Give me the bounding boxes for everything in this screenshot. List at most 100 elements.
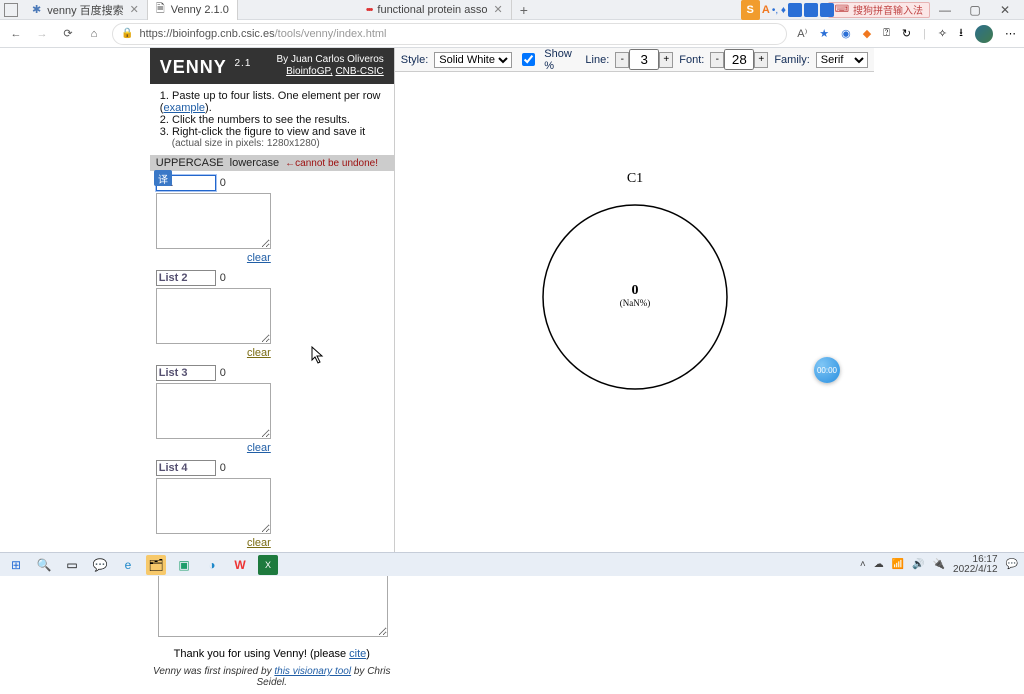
line-stepper[interactable]: - + bbox=[615, 49, 673, 70]
url-field[interactable]: 🔒 https://bioinfogp.cnb.csic.es/tools/ve… bbox=[112, 23, 787, 45]
showpct-checkbox[interactable] bbox=[522, 53, 535, 66]
ext-icon[interactable]: ◆ bbox=[863, 27, 871, 40]
search-icon[interactable]: 🔍 bbox=[34, 555, 54, 575]
list1-block: 0 clear bbox=[156, 175, 271, 264]
venn-controls: Style: Solid White Show % Line: - + Font… bbox=[395, 48, 874, 72]
venn-right-panel: Style: Solid White Show % Line: - + Font… bbox=[395, 48, 874, 552]
profile-avatar[interactable] bbox=[975, 25, 993, 43]
maximize-button[interactable]: ▢ bbox=[960, 3, 990, 17]
list2-name-input[interactable] bbox=[156, 270, 216, 286]
battery-icon[interactable]: 🔌 bbox=[933, 559, 945, 570]
home-button[interactable]: ⌂ bbox=[86, 26, 102, 42]
list2-count: 0 bbox=[220, 272, 226, 284]
clock[interactable]: 16:17 2022/4/12 bbox=[953, 555, 998, 575]
sogou-badge: S bbox=[741, 0, 760, 20]
chevron-up-icon[interactable]: ˄ bbox=[860, 559, 866, 570]
list1-clear[interactable]: clear bbox=[247, 252, 271, 264]
venn-canvas[interactable]: C1 0 (NaN%) bbox=[395, 72, 874, 552]
list1-count: 0 bbox=[220, 177, 226, 189]
ime-icon bbox=[820, 3, 834, 17]
inspired-line: Venny was first inspired by this visiona… bbox=[150, 666, 394, 694]
tab-venny-baidu[interactable]: ✱ venny 百度搜索 ✕ bbox=[24, 0, 148, 20]
collections-icon[interactable]: ✧ bbox=[938, 27, 947, 40]
volume-icon[interactable]: 🔊 bbox=[912, 559, 924, 570]
close-icon[interactable]: ✕ bbox=[130, 3, 139, 16]
sogou-ime-bar: S A •, ♦ bbox=[741, 0, 834, 20]
notifications-icon[interactable]: 💬 bbox=[1006, 559, 1018, 570]
close-icon[interactable]: ✕ bbox=[493, 3, 502, 16]
address-bar: ← → ⟳ ⌂ 🔒 https://bioinfogp.cnb.csic.es/… bbox=[0, 20, 1024, 48]
list3-count: 0 bbox=[220, 367, 226, 379]
tab-label: Venny 2.1.0 bbox=[171, 4, 229, 16]
ime-chip[interactable]: ⌨ 搜狗拼音输入法 bbox=[828, 2, 930, 18]
translate-widget[interactable]: 译 bbox=[154, 170, 172, 186]
taskview-icon[interactable]: ▭ bbox=[62, 555, 82, 575]
ext-icon[interactable]: ⍰ bbox=[883, 27, 890, 40]
list3-clear[interactable]: clear bbox=[247, 442, 271, 454]
tab-venny-210[interactable]: 🗎 Venny 2.1.0 bbox=[148, 0, 238, 20]
explorer-icon[interactable]: 🗂 bbox=[146, 555, 166, 575]
line-minus[interactable]: - bbox=[615, 52, 629, 68]
wifi-icon[interactable]: 📶 bbox=[892, 559, 904, 570]
venn-center-value[interactable]: 0 bbox=[631, 283, 638, 298]
page-icon: 🗎 bbox=[156, 0, 165, 19]
style-select[interactable]: Solid White bbox=[434, 52, 512, 68]
lock-icon: 🔒 bbox=[121, 28, 133, 39]
chat-icon[interactable]: 💬 bbox=[90, 555, 110, 575]
favorite-icon[interactable]: ★ bbox=[819, 27, 829, 40]
new-tab-button[interactable]: + bbox=[512, 2, 536, 18]
back-button[interactable]: ← bbox=[8, 26, 24, 42]
venn-svg[interactable]: C1 0 (NaN%) bbox=[485, 162, 785, 462]
font-stepper[interactable]: - + bbox=[710, 49, 768, 70]
list3-name-input[interactable] bbox=[156, 365, 216, 381]
start-button[interactable]: ⊞ bbox=[6, 555, 26, 575]
list4-clear[interactable]: clear bbox=[247, 537, 271, 549]
cloud-icon[interactable]: ☁ bbox=[874, 559, 884, 570]
edge-icon[interactable]: e bbox=[118, 555, 138, 575]
excel-icon[interactable]: X bbox=[258, 555, 278, 575]
recording-timer[interactable]: 00:00 bbox=[814, 357, 840, 383]
system-tray[interactable]: ˄ ☁ 📶 🔊 🔌 16:17 2022/4/12 💬 bbox=[860, 555, 1018, 575]
read-aloud-icon[interactable]: A⁾ bbox=[797, 27, 807, 40]
instructions: 1. Paste up to four lists. One element p… bbox=[150, 84, 394, 155]
venny-header: VENNY 2.1 By Juan Carlos Oliveros Bioinf… bbox=[150, 48, 394, 84]
list1-textarea[interactable] bbox=[156, 193, 271, 249]
font-minus[interactable]: - bbox=[710, 52, 724, 68]
forward-button[interactable]: → bbox=[34, 26, 50, 42]
line-value[interactable] bbox=[629, 49, 659, 70]
example-link[interactable]: example bbox=[163, 102, 205, 114]
font-plus[interactable]: + bbox=[754, 52, 768, 68]
list3-textarea[interactable] bbox=[156, 383, 271, 439]
ime-icon bbox=[804, 3, 818, 17]
venny-left-panel: VENNY 2.1 By Juan Carlos Oliveros Bioinf… bbox=[150, 48, 395, 552]
family-select[interactable]: Serif bbox=[816, 52, 868, 68]
window-icon bbox=[4, 3, 18, 17]
refresh-button[interactable]: ⟳ bbox=[60, 26, 76, 42]
minimize-button[interactable]: — bbox=[930, 3, 960, 17]
edge2-icon[interactable]: ◑ bbox=[202, 555, 222, 575]
uppercase-button[interactable]: UPPERCASE bbox=[156, 157, 224, 169]
store-icon[interactable]: ▣ bbox=[174, 555, 194, 575]
downloads-icon[interactable]: ⭳ bbox=[959, 24, 963, 43]
list3-block: 0 clear bbox=[156, 365, 271, 454]
wps-icon[interactable]: W bbox=[230, 555, 250, 575]
list2-block: 0 clear bbox=[156, 270, 271, 359]
lowercase-button[interactable]: lowercase bbox=[230, 157, 280, 169]
cite-link[interactable]: cite bbox=[349, 648, 366, 660]
close-window-button[interactable]: ✕ bbox=[990, 3, 1020, 17]
more-icon[interactable]: ⋯ bbox=[1005, 27, 1016, 40]
visionary-tool-link[interactable]: this visionary tool bbox=[274, 666, 351, 677]
list2-clear[interactable]: clear bbox=[247, 347, 271, 359]
list4-name-input[interactable] bbox=[156, 460, 216, 476]
ext-icon[interactable]: ◉ bbox=[841, 27, 851, 40]
list2-textarea[interactable] bbox=[156, 288, 271, 344]
ext-icon[interactable]: ↻ bbox=[902, 27, 911, 40]
list4-textarea[interactable] bbox=[156, 478, 271, 534]
tab-functional-protein[interactable]: ••• functional protein asso ✕ bbox=[358, 0, 512, 20]
browser-titlebar: ✱ venny 百度搜索 ✕ 🗎 Venny 2.1.0 S A •, ♦ ••… bbox=[0, 0, 1024, 20]
ime-icon bbox=[788, 3, 802, 17]
line-plus[interactable]: + bbox=[659, 52, 673, 68]
page-body: VENNY 2.1 By Juan Carlos Oliveros Bioinf… bbox=[0, 48, 1024, 552]
results-textarea[interactable] bbox=[158, 567, 388, 637]
font-value[interactable] bbox=[724, 49, 754, 70]
